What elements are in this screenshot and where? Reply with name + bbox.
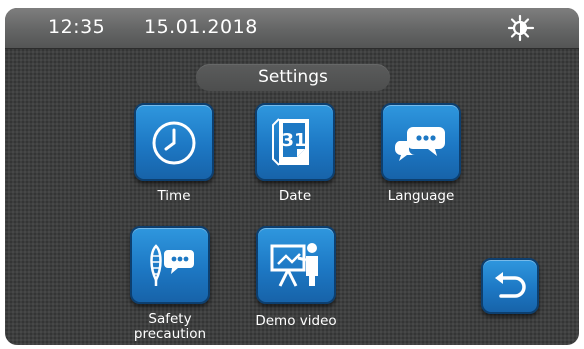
date-label: Date <box>278 188 312 204</box>
presentation-icon <box>270 243 318 287</box>
demo-video-label: Demo video <box>255 313 337 329</box>
safety-icon <box>150 244 194 286</box>
demo-video-button[interactable] <box>256 226 336 304</box>
date-settings-button[interactable]: 31 <box>255 103 335 181</box>
status-date: 15.01.2018 <box>144 16 258 38</box>
calendar-day-number: 31 <box>281 130 306 151</box>
page-title: Settings <box>196 64 390 91</box>
settings-screen: 12:35 15.01.2018 Settings Time 31 Date L… <box>5 8 579 345</box>
language-label: Language <box>387 188 455 204</box>
status-bar: 12:35 15.01.2018 <box>5 8 579 49</box>
back-arrow-icon <box>495 272 526 298</box>
status-time: 12:35 <box>48 16 106 38</box>
safety-precaution-button[interactable] <box>130 226 210 304</box>
clock-icon <box>152 121 196 165</box>
speech-bubbles-icon <box>394 127 445 161</box>
time-label: Time <box>157 188 191 204</box>
time-settings-button[interactable] <box>134 103 214 181</box>
back-button[interactable] <box>481 258 539 314</box>
safety-precaution-label: Safety precaution <box>133 311 207 342</box>
language-settings-button[interactable] <box>381 103 461 181</box>
sun-brightness-icon[interactable] <box>505 14 535 42</box>
calendar-icon: 31 <box>272 118 309 166</box>
